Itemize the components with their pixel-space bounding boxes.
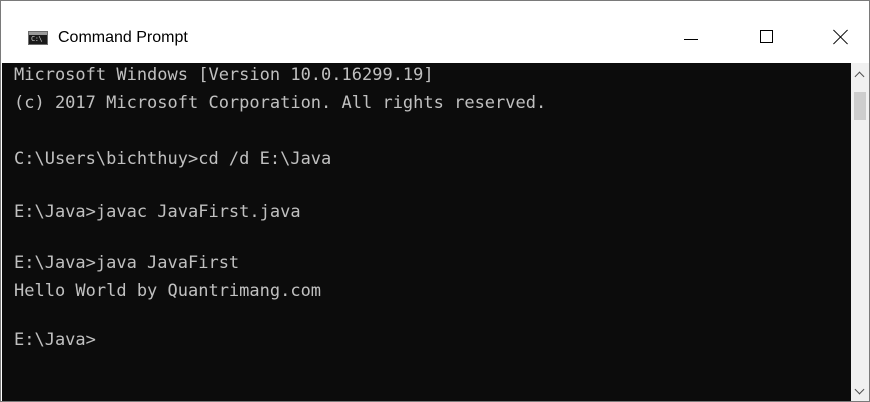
- console-line: (c) 2017 Microsoft Corporation. All righ…: [14, 93, 547, 113]
- scroll-down-arrow-icon[interactable]: [851, 385, 869, 399]
- console-line: E:\Java>javac JavaFirst.java: [14, 202, 301, 222]
- window-title: Command Prompt: [58, 29, 188, 46]
- console-line: E:\Java>java JavaFirst: [14, 253, 240, 273]
- close-icon: [833, 29, 849, 45]
- minimize-button[interactable]: [661, 19, 721, 59]
- console-line: Microsoft Windows [Version 10.0.16299.19…: [14, 65, 434, 85]
- close-button[interactable]: [811, 19, 869, 59]
- scroll-up-arrow-icon[interactable]: [851, 69, 869, 83]
- maximize-button[interactable]: [737, 19, 797, 59]
- console-output[interactable]: Microsoft Windows [Version 10.0.16299.19…: [2, 63, 851, 401]
- command-prompt-window: C:\ Command Prompt Microsoft Windows [Ve…: [0, 0, 870, 402]
- console-line: Hello World by Quantrimang.com: [14, 281, 322, 301]
- vertical-scrollbar[interactable]: [851, 63, 869, 401]
- command-prompt-icon[interactable]: C:\: [28, 31, 48, 45]
- command-prompt-icon-text: C:\: [31, 35, 43, 43]
- minimize-icon: [684, 39, 698, 40]
- console-line: C:\Users\bichthuy>cd /d E:\Java: [14, 149, 332, 169]
- scroll-thumb[interactable]: [854, 92, 866, 120]
- title-bar[interactable]: C:\ Command Prompt: [1, 1, 869, 63]
- maximize-icon: [760, 30, 773, 43]
- console-prompt-line[interactable]: E:\Java>: [14, 330, 96, 350]
